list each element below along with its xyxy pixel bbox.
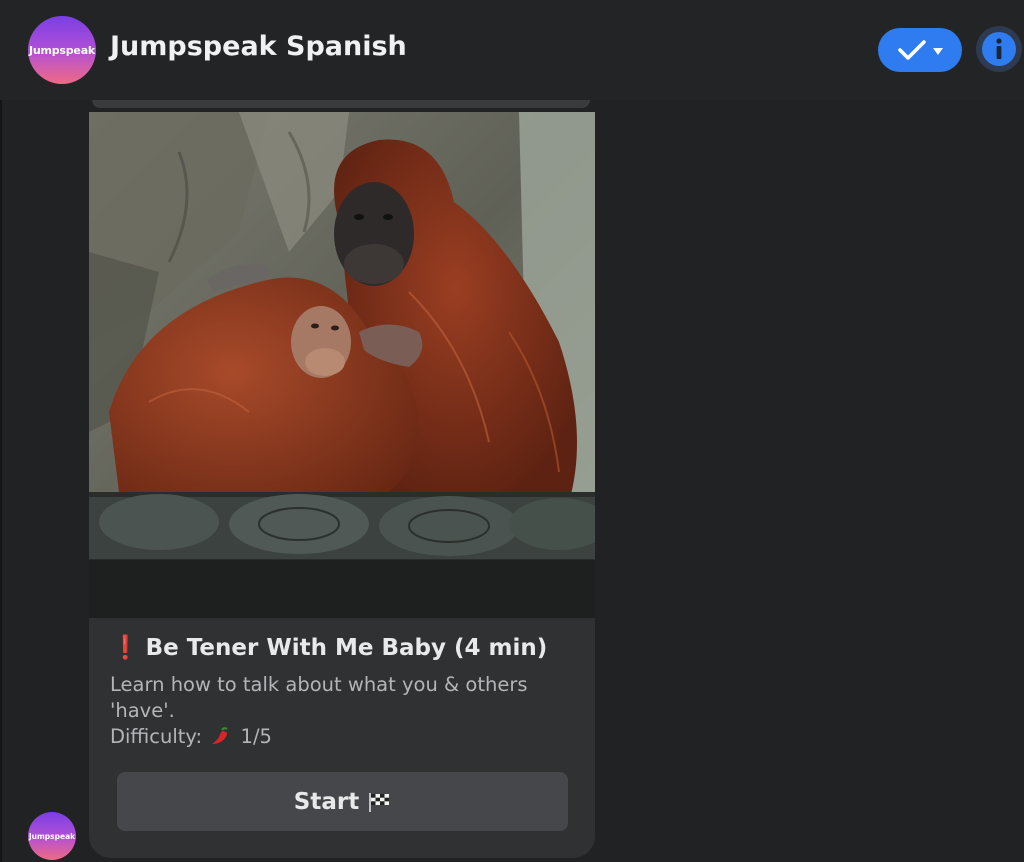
bot-avatar-small[interactable]: Jumpspeak [28,812,76,860]
lesson-title-text: Be Tener With Me Baby (4 min) [145,635,548,661]
lesson-difficulty: Difficulty: 1/5 [110,724,272,750]
chat-window: Jumpspeak Jumpspeak Spanish ❗ Be Tener W… [0,0,1024,862]
difficulty-label: Difficulty: [110,725,203,748]
status-dropdown-button[interactable] [878,28,962,72]
avatar-text: Jumpspeak [28,43,96,57]
lesson-title: ❗ Be Tener With Me Baby (4 min) [111,634,547,661]
chat-title[interactable]: Jumpspeak Spanish [110,31,407,62]
checkered-flag-icon [369,792,390,812]
chat-header: Jumpspeak Jumpspeak Spanish [0,0,1024,100]
info-icon [982,32,1016,66]
chili-pepper-icon [212,727,228,744]
start-button[interactable]: Start [117,772,568,831]
lesson-image[interactable] [89,112,595,618]
info-button[interactable] [976,26,1022,72]
red-exclamation-icon: ❗ [111,635,140,661]
orangutans-illustration [89,112,595,618]
avatar-small-text: Jumpspeak [28,831,76,841]
difficulty-value: 1/5 [240,725,272,748]
bot-avatar[interactable]: Jumpspeak [28,16,96,84]
checkmark-icon [898,40,926,60]
previous-card-edge [92,100,590,108]
lesson-card: ❗ Be Tener With Me Baby (4 min) Learn how… [89,112,595,858]
window-edge [0,0,2,862]
chevron-down-icon [933,47,943,55]
lesson-description: Learn how to talk about what you & other… [110,673,528,722]
start-button-label: Start [293,788,360,815]
